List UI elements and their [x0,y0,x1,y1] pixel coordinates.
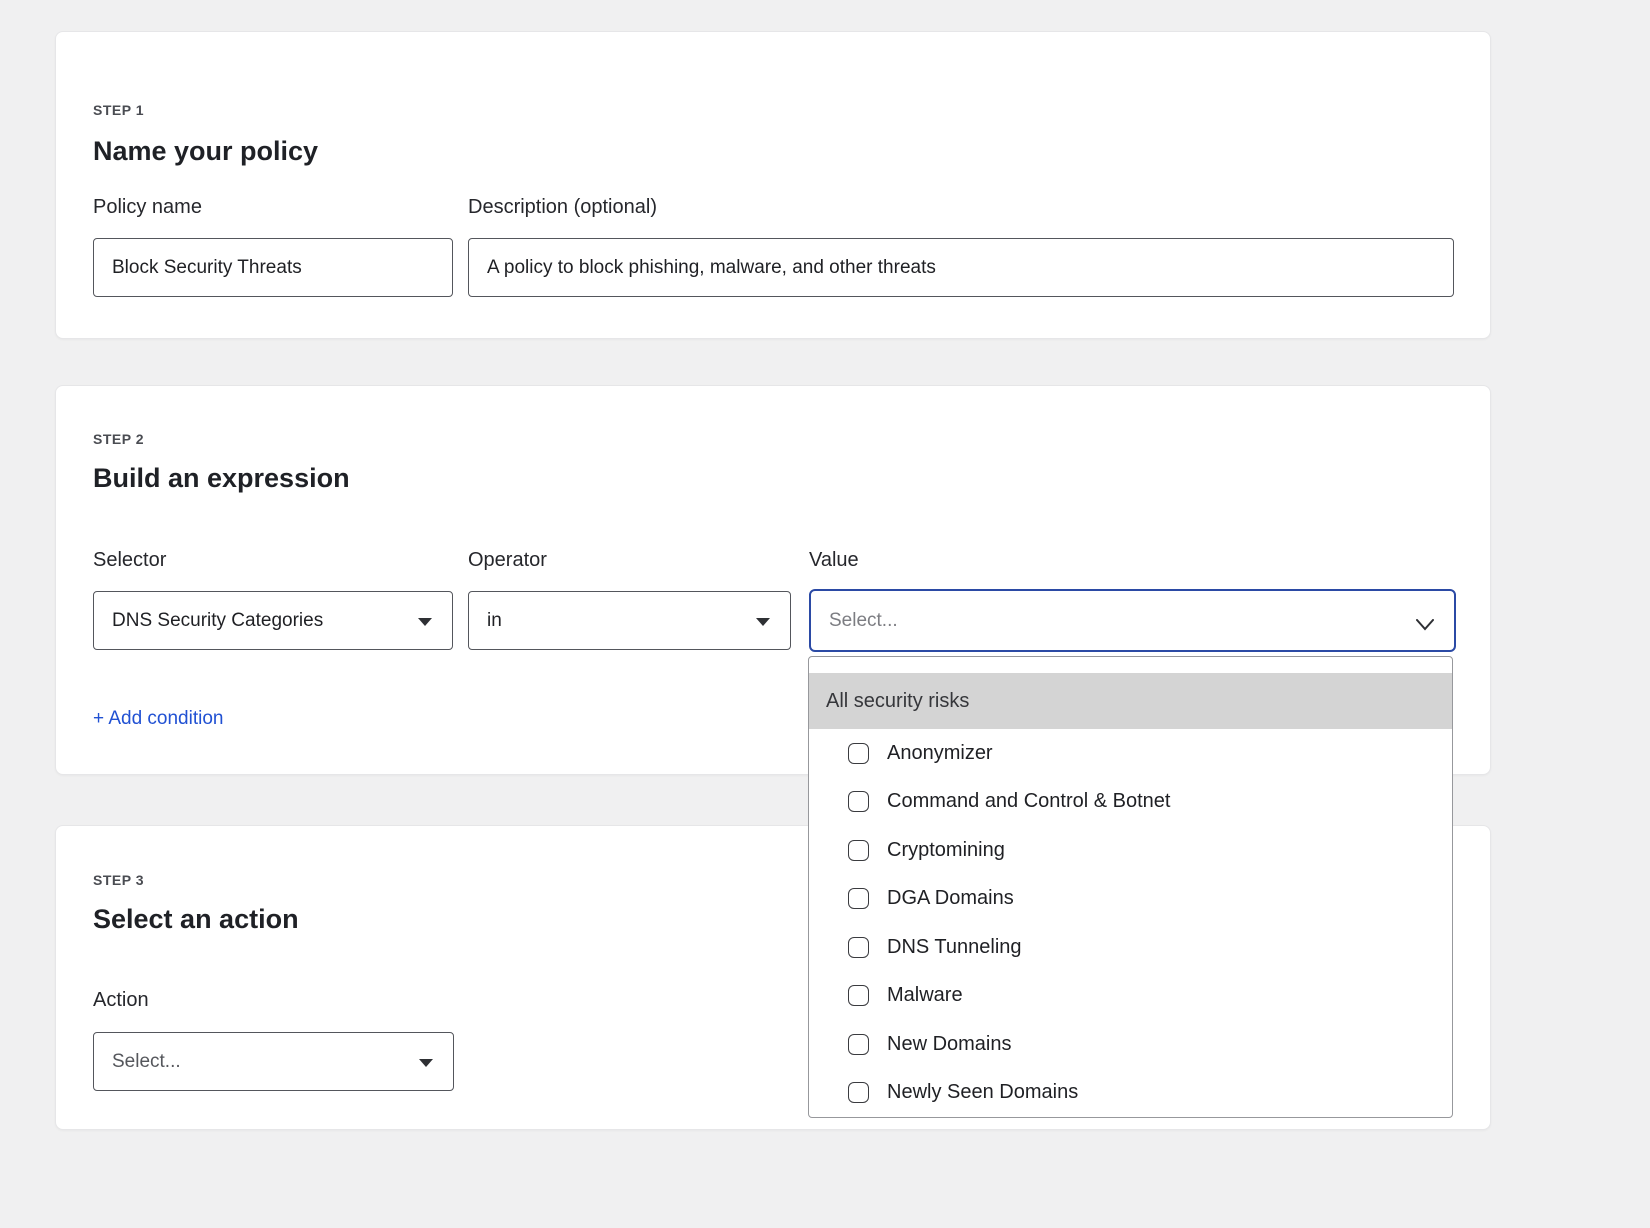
add-condition-link[interactable]: + Add condition [93,708,223,730]
value-select-placeholder: Select... [829,610,898,632]
dropdown-group-header: All security risks [809,673,1452,729]
step2-title: Build an expression [93,463,350,494]
chevron-down-icon [1416,615,1434,637]
dropdown-option-label: Anonymizer [887,742,993,765]
dropdown-option[interactable]: Cryptomining [809,826,1452,875]
checkbox-icon[interactable] [848,1082,869,1103]
dropdown-option-label: DGA Domains [887,887,1014,910]
action-select-placeholder: Select... [112,1051,181,1073]
checkbox-icon[interactable] [848,937,869,958]
description-input[interactable] [468,238,1454,297]
selector-select[interactable]: DNS Security Categories [93,591,453,650]
dropdown-option[interactable]: New Domains [809,1020,1452,1069]
action-label: Action [93,989,149,1012]
description-label: Description (optional) [468,196,657,219]
dropdown-option[interactable]: Command and Control & Botnet [809,778,1452,827]
step1-title: Name your policy [93,136,318,167]
dropdown-option[interactable]: Newly Seen Domains [809,1069,1452,1118]
dropdown-option-label: DNS Tunneling [887,936,1022,959]
dropdown-option[interactable]: DNS Tunneling [809,923,1452,972]
checkbox-icon[interactable] [848,743,869,764]
caret-down-icon [756,618,770,626]
dropdown-option[interactable]: Anonymizer [809,729,1452,778]
action-select[interactable]: Select... [93,1032,454,1091]
value-label: Value [809,549,859,572]
dropdown-option-list: Anonymizer Command and Control & Botnet … [809,729,1452,1117]
value-select[interactable]: Select... [809,589,1456,652]
dropdown-option-label: New Domains [887,1033,1011,1056]
value-dropdown-menu: All security risks Anonymizer Command an… [808,656,1453,1118]
step2-label: STEP 2 [93,431,144,447]
dropdown-option[interactable]: DGA Domains [809,875,1452,924]
caret-down-icon [419,1059,433,1067]
checkbox-icon[interactable] [848,888,869,909]
policy-name-input[interactable] [93,238,453,297]
operator-label: Operator [468,549,547,572]
dropdown-option-label: Command and Control & Botnet [887,790,1171,813]
checkbox-icon[interactable] [848,985,869,1006]
step1-card: STEP 1 Name your policy Policy name Desc… [55,31,1491,339]
step1-label: STEP 1 [93,102,144,118]
step3-label: STEP 3 [93,872,144,888]
selector-label: Selector [93,549,166,572]
caret-down-icon [418,618,432,626]
dropdown-option-label: Newly Seen Domains [887,1081,1078,1104]
policy-name-label: Policy name [93,196,202,219]
checkbox-icon[interactable] [848,840,869,861]
selector-select-value: DNS Security Categories [112,610,323,632]
operator-select[interactable]: in [468,591,791,650]
dropdown-option-label: Cryptomining [887,839,1005,862]
operator-select-value: in [487,610,502,632]
dropdown-option-label: Malware [887,984,963,1007]
dropdown-option[interactable]: Malware [809,972,1452,1021]
checkbox-icon[interactable] [848,1034,869,1055]
step3-title: Select an action [93,904,299,935]
checkbox-icon[interactable] [848,791,869,812]
